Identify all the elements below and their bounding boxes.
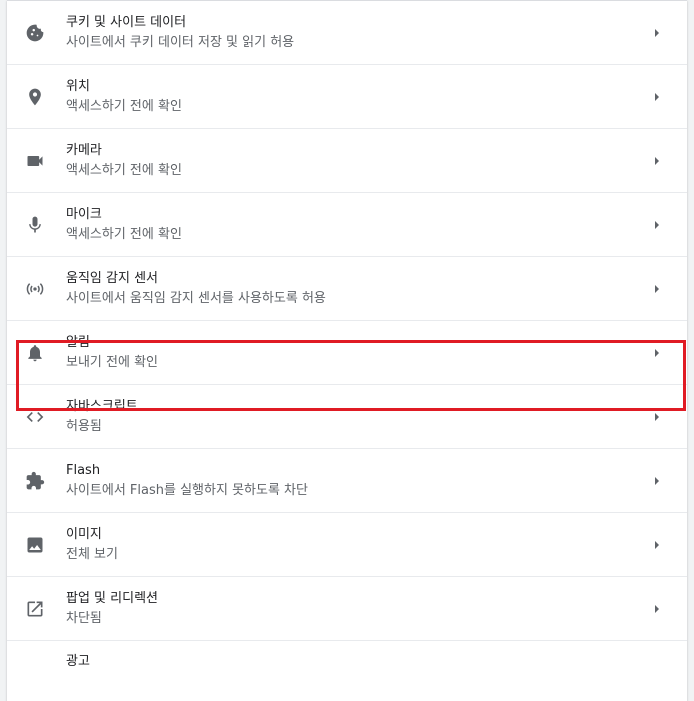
setting-title: 팝업 및 리디렉션	[66, 591, 158, 606]
setting-row-popups[interactable]: 팝업 및 리디렉션 차단됨	[7, 577, 687, 641]
setting-title: 움직임 감지 센서	[66, 271, 158, 286]
setting-row-ads[interactable]: 광고	[7, 641, 687, 681]
setting-title: 광고	[66, 654, 90, 669]
image-icon	[25, 535, 45, 555]
chevron-right-icon	[653, 218, 661, 232]
microphone-icon	[25, 215, 45, 235]
setting-subtitle: 액세스하기 전에 확인	[66, 163, 182, 178]
setting-row-microphone[interactable]: 마이크 액세스하기 전에 확인	[7, 193, 687, 257]
location-pin-icon	[25, 87, 45, 107]
setting-subtitle: 허용됨	[66, 419, 102, 434]
setting-row-flash[interactable]: Flash 사이트에서 Flash를 실행하지 못하도록 차단	[7, 449, 687, 513]
setting-subtitle: 액세스하기 전에 확인	[66, 227, 182, 242]
setting-title: 자바스크립트	[66, 399, 138, 414]
setting-row-images[interactable]: 이미지 전체 보기	[7, 513, 687, 577]
chevron-right-icon	[653, 602, 661, 616]
chevron-right-icon	[653, 90, 661, 104]
setting-row-location[interactable]: 위치 액세스하기 전에 확인	[7, 65, 687, 129]
setting-subtitle: 전체 보기	[66, 547, 118, 562]
setting-row-notifications[interactable]: 알림 보내기 전에 확인	[7, 321, 687, 385]
chevron-right-icon	[653, 154, 661, 168]
puzzle-icon	[25, 471, 45, 491]
setting-title: 카메라	[66, 143, 102, 158]
setting-row-javascript[interactable]: 자바스크립트 허용됨	[7, 385, 687, 449]
setting-row-camera[interactable]: 카메라 액세스하기 전에 확인	[7, 129, 687, 193]
bell-icon	[25, 343, 45, 363]
sensors-icon	[25, 279, 45, 299]
chevron-right-icon	[653, 26, 661, 40]
chevron-right-icon	[653, 538, 661, 552]
setting-title: Flash	[66, 463, 101, 478]
setting-subtitle: 사이트에서 움직임 감지 센서를 사용하도록 허용	[66, 291, 326, 306]
site-settings-card: 쿠키 및 사이트 데이터 사이트에서 쿠키 데이터 저장 및 읽기 허용 위치 …	[7, 0, 687, 701]
chevron-right-icon	[653, 410, 661, 424]
cookie-icon	[25, 23, 45, 43]
setting-subtitle: 사이트에서 쿠키 데이터 저장 및 읽기 허용	[66, 35, 295, 50]
setting-subtitle: 보내기 전에 확인	[66, 355, 158, 370]
setting-title: 위치	[66, 79, 90, 94]
setting-title: 쿠키 및 사이트 데이터	[66, 15, 187, 30]
setting-subtitle: 사이트에서 Flash를 실행하지 못하도록 차단	[66, 483, 308, 498]
setting-title: 이미지	[66, 527, 102, 542]
setting-title: 알림	[66, 335, 90, 350]
chevron-right-icon	[653, 474, 661, 488]
setting-title: 마이크	[66, 207, 102, 222]
setting-subtitle: 차단됨	[66, 611, 102, 626]
chevron-right-icon	[653, 346, 661, 360]
camera-icon	[25, 151, 45, 171]
open-in-new-icon	[25, 599, 45, 619]
setting-row-motion-sensors[interactable]: 움직임 감지 센서 사이트에서 움직임 감지 센서를 사용하도록 허용	[7, 257, 687, 321]
setting-subtitle: 액세스하기 전에 확인	[66, 99, 182, 114]
code-icon	[25, 407, 45, 427]
setting-row-cookies[interactable]: 쿠키 및 사이트 데이터 사이트에서 쿠키 데이터 저장 및 읽기 허용	[7, 1, 687, 65]
chevron-right-icon	[653, 282, 661, 296]
